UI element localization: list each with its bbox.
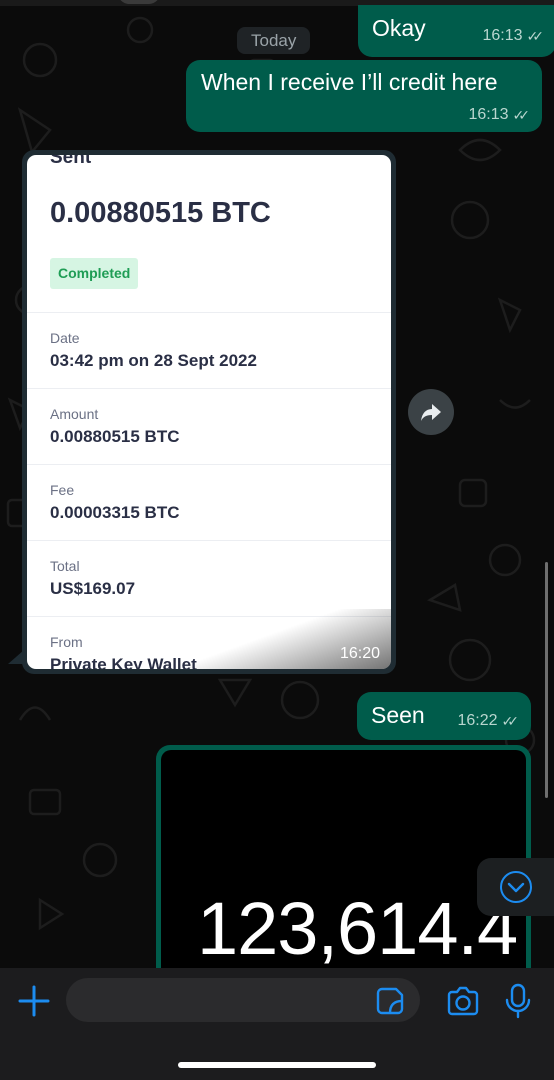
counter-value: 123,614.4: [197, 887, 518, 970]
detail-row-total: Total US$169.07: [27, 540, 391, 617]
date-separator: Today: [237, 27, 311, 54]
detail-label: Total: [50, 558, 80, 574]
scrollbar[interactable]: [545, 562, 548, 798]
screenshot-header: Sent: [50, 155, 92, 168]
detail-row-amount: Amount 0.00880515 BTC: [27, 388, 391, 465]
message-meta: 16:13 ✓✓: [482, 27, 544, 45]
detail-row-date: Date 03:42 pm on 28 Sept 2022: [27, 312, 391, 389]
status-badge: Completed: [50, 258, 139, 289]
screenshot-amount: 0.00880515 BTC: [50, 197, 271, 229]
message-text: Okay: [372, 15, 426, 41]
detail-label: Date: [50, 330, 80, 346]
detail-value: 0.00880515 BTC: [50, 427, 180, 446]
message-meta: 16:22 ✓✓: [457, 712, 519, 730]
message-time: 16:20: [339, 645, 380, 662]
read-receipt-icon: ✓✓: [512, 106, 531, 123]
sticker-icon[interactable]: [376, 987, 404, 1015]
home-indicator: [178, 1062, 376, 1068]
forward-icon: [421, 404, 441, 421]
outgoing-message[interactable]: When I receive I’ll credit here 16:13 ✓✓: [186, 60, 542, 132]
detail-value: 03:42 pm on 28 Sept 2022: [50, 351, 257, 370]
message-time: 16:13: [468, 106, 509, 123]
message-text: Seen: [371, 702, 425, 728]
read-receipt-icon: ✓✓: [501, 712, 520, 729]
message-text: When I receive I’ll credit here: [201, 69, 498, 95]
plus-icon[interactable]: [17, 984, 51, 1018]
detail-label: Amount: [50, 406, 99, 422]
detail-row-fee: Fee 0.00003315 BTC: [27, 464, 391, 541]
message-time: 16:13: [482, 27, 523, 44]
scroll-to-bottom-button[interactable]: [477, 858, 554, 916]
message-meta: 16:13 ✓✓: [468, 106, 530, 124]
detail-value: 0.00003315 BTC: [50, 503, 180, 522]
forward-button[interactable]: [408, 389, 454, 435]
read-receipt-icon: ✓✓: [526, 27, 545, 44]
detail-label: Fee: [50, 482, 75, 498]
camera-icon[interactable]: [446, 985, 480, 1017]
incoming-image-message[interactable]: Sent 0.00880515 BTC Completed Date 03:42…: [22, 150, 396, 674]
detail-label: From: [50, 634, 83, 650]
message-time: 16:22: [457, 712, 498, 729]
outgoing-message[interactable]: Seen 16:22 ✓✓: [357, 692, 531, 740]
message-input[interactable]: [66, 978, 420, 1022]
outgoing-image-message[interactable]: 123,614.4: [156, 745, 531, 990]
outgoing-message[interactable]: Okay 16:13 ✓✓: [358, 5, 554, 57]
transaction-screenshot: Sent 0.00880515 BTC Completed Date 03:42…: [27, 155, 391, 669]
chevron-down-icon: [499, 871, 532, 903]
microphone-icon[interactable]: [505, 983, 531, 1019]
counter-screenshot: 123,614.4: [161, 750, 526, 990]
detail-value: US$169.07: [50, 579, 136, 598]
